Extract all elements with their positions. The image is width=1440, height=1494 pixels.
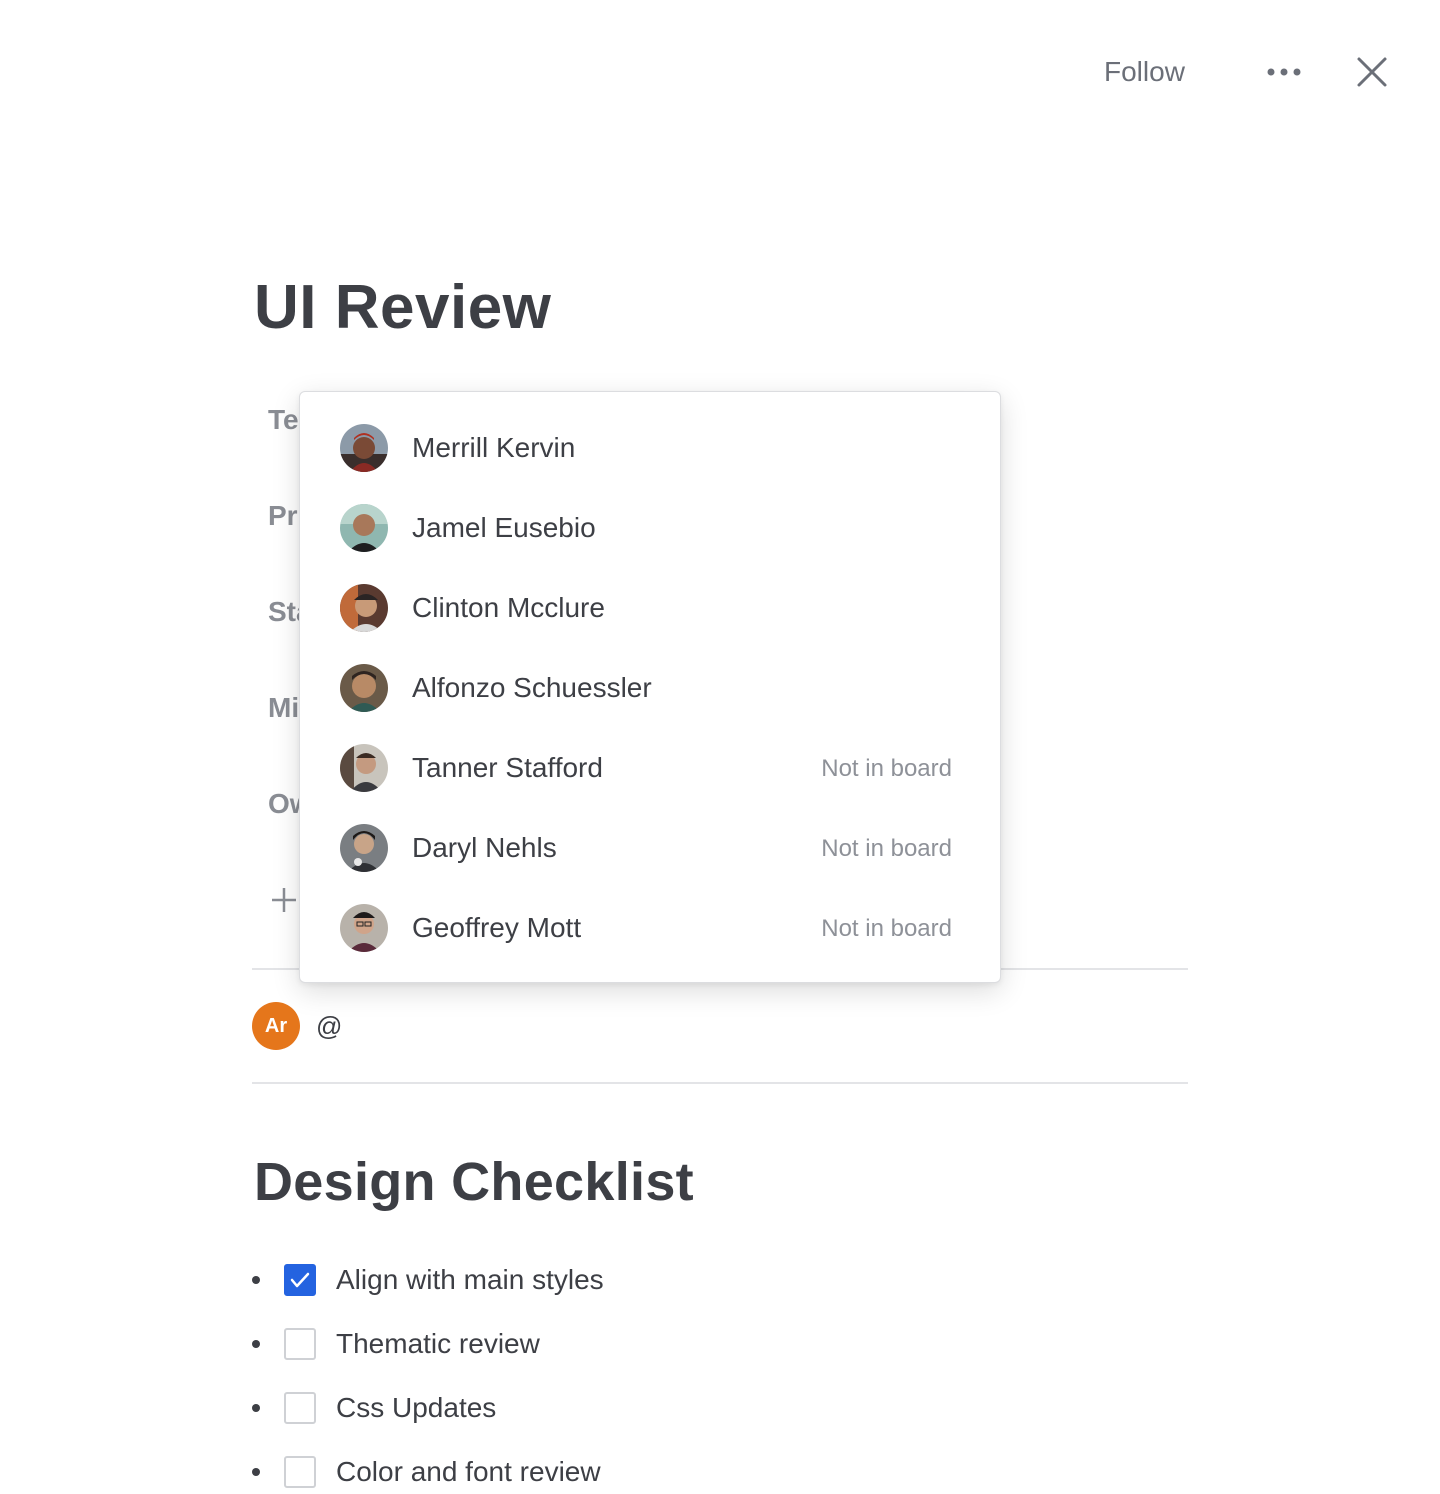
mention-name: Clinton Mcclure	[412, 592, 605, 623]
checklist-item: Align with main styles	[252, 1258, 1152, 1302]
close-icon[interactable]	[1356, 56, 1388, 88]
user-avatar	[340, 904, 388, 952]
user-avatar	[340, 744, 388, 792]
checklist-item: Css Updates	[252, 1386, 1152, 1430]
checkbox-checked[interactable]	[284, 1264, 316, 1296]
section-title: Design Checklist	[254, 1152, 694, 1212]
property-label-priority: Pr	[268, 500, 298, 531]
mention-name: Geoffrey Mott	[412, 912, 582, 943]
user-avatar	[340, 664, 388, 712]
mention-name: Merrill Kervin	[412, 432, 576, 463]
mention-item[interactable]: Geoffrey Mott Not in board	[300, 888, 1000, 968]
user-avatar	[340, 584, 388, 632]
more-options-icon[interactable]	[1266, 62, 1302, 82]
checkbox[interactable]	[284, 1328, 316, 1360]
property-label-milestone: Mi	[268, 692, 300, 723]
user-avatar	[340, 824, 388, 872]
mention-item[interactable]: Jamel Eusebio	[300, 488, 1000, 568]
add-property-icon[interactable]	[270, 880, 298, 920]
checklist-item-label: Thematic review	[336, 1328, 540, 1359]
divider	[252, 1082, 1188, 1084]
mention-status: Not in board	[821, 835, 952, 862]
mention-dropdown: Merrill Kervin Jamel Eusebio Clinton Mcc…	[299, 391, 1001, 983]
mention-item[interactable]: Alfonzo Schuessler	[300, 648, 1000, 728]
mention-item[interactable]: Clinton Mcclure	[300, 568, 1000, 648]
checklist-item-label: Color and font review	[336, 1456, 601, 1487]
mention-name: Alfonzo Schuessler	[412, 672, 652, 703]
bullet	[252, 1468, 260, 1476]
avatar-initials: Ar	[264, 1014, 288, 1037]
comment-input[interactable]	[316, 1006, 1176, 1046]
checklist-item-label: Css Updates	[336, 1392, 497, 1423]
mention-item[interactable]: Tanner Stafford Not in board	[300, 728, 1000, 808]
follow-button[interactable]: Follow	[1104, 54, 1185, 90]
mention-status: Not in board	[821, 755, 952, 782]
checklist-item: Thematic review	[252, 1322, 1152, 1366]
mention-status: Not in board	[821, 915, 952, 942]
checklist-item-label: Align with main styles	[336, 1264, 604, 1295]
checkbox[interactable]	[284, 1392, 316, 1424]
page-title: UI Review	[254, 273, 552, 342]
user-avatar	[340, 504, 388, 552]
mention-name: Tanner Stafford	[412, 752, 603, 783]
mention-name: Daryl Nehls	[412, 832, 557, 863]
bullet	[252, 1340, 260, 1348]
checkbox[interactable]	[284, 1456, 316, 1488]
property-label-team: Te	[268, 404, 299, 435]
mention-name: Jamel Eusebio	[412, 512, 596, 543]
mention-item[interactable]: Daryl Nehls Not in board	[300, 808, 1000, 888]
user-avatar	[340, 424, 388, 472]
checklist-item: Color and font review	[252, 1450, 1152, 1494]
bullet	[252, 1276, 260, 1284]
mention-item[interactable]: Merrill Kervin	[300, 408, 1000, 488]
bullet	[252, 1404, 260, 1412]
avatar: Ar	[252, 1002, 300, 1050]
